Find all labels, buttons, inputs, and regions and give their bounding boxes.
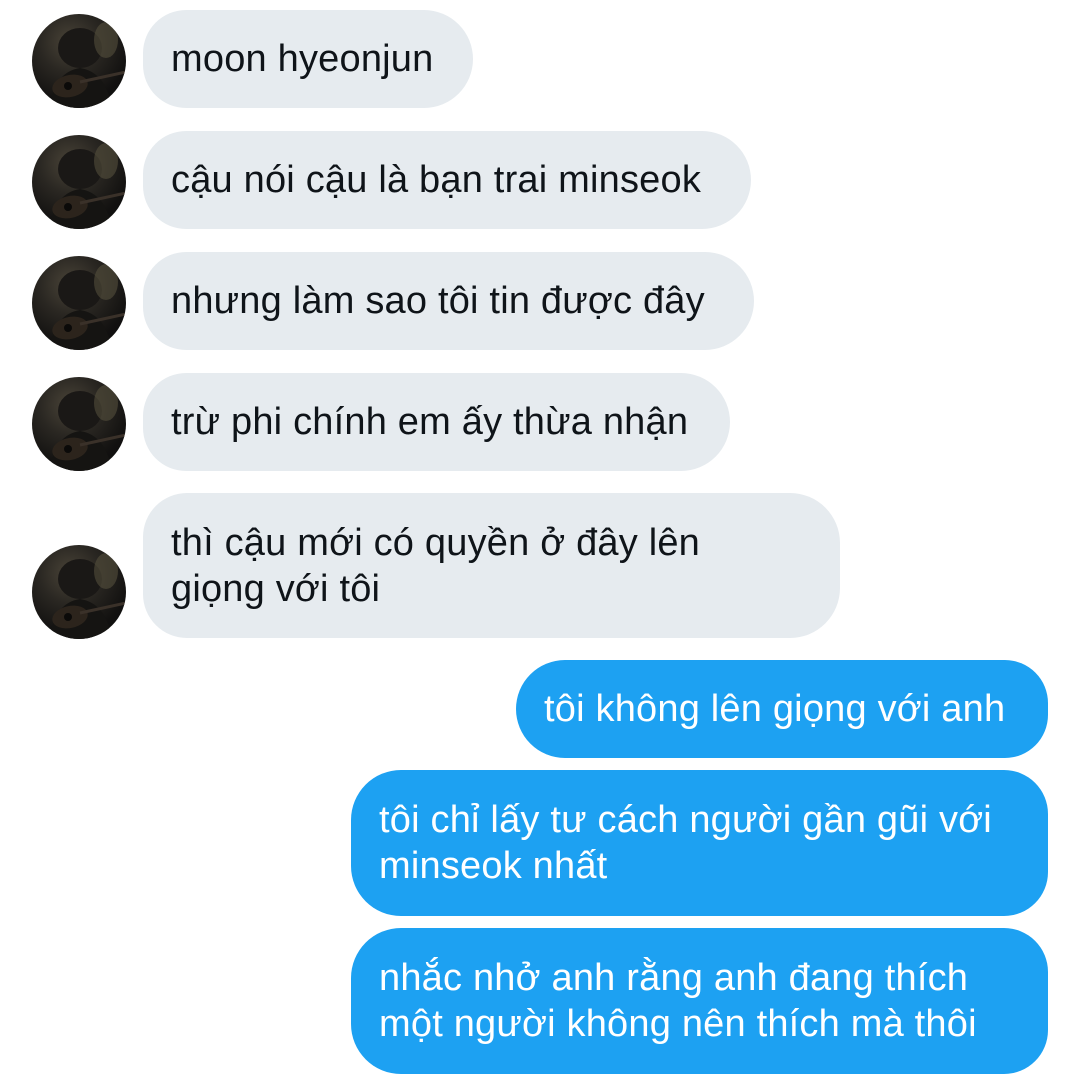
outgoing-message-bubble[interactable]: tôi không lên giọng với anh	[516, 660, 1048, 758]
outgoing-message-bubble[interactable]: nhắc nhở anh rằng anh đang thích một ngư…	[351, 928, 1048, 1074]
incoming-message-bubble[interactable]: cậu nói cậu là bạn trai minseok	[143, 131, 751, 229]
message-text: nhưng làm sao tôi tin được đây	[171, 280, 705, 322]
message-text: tôi không lên giọng với anh	[544, 688, 1006, 730]
avatar-photo	[50, 264, 126, 350]
message-text: cậu nói cậu là bạn trai minseok	[171, 159, 702, 201]
avatar-photo	[50, 143, 126, 229]
message-text: nhắc nhở anh rằng anh đang thích một ngư…	[379, 957, 977, 1045]
avatar-photo	[50, 553, 126, 639]
avatar-photo	[50, 385, 126, 471]
message-text: trừ phi chính em ấy thừa nhận	[171, 401, 689, 443]
incoming-message-bubble[interactable]: moon hyeonjun	[143, 10, 473, 108]
message-text: moon hyeonjun	[171, 38, 434, 80]
avatar[interactable]	[32, 377, 126, 471]
message-text: thì cậu mới có quyền ở đây lên giọng với…	[171, 521, 701, 610]
outgoing-message-bubble[interactable]: tôi chỉ lấy tư cách người gần gũi với mi…	[351, 770, 1048, 916]
avatar-photo	[50, 22, 126, 108]
avatar[interactable]	[32, 135, 126, 229]
message-text: tôi chỉ lấy tư cách người gần gũi với mi…	[379, 799, 992, 887]
avatar[interactable]	[32, 256, 126, 350]
incoming-message-bubble[interactable]: trừ phi chính em ấy thừa nhận	[143, 373, 730, 471]
incoming-message-bubble[interactable]: nhưng làm sao tôi tin được đây	[143, 252, 754, 350]
avatar[interactable]	[32, 545, 126, 639]
avatar[interactable]	[32, 14, 126, 108]
incoming-message-bubble[interactable]: thì cậu mới có quyền ở đây lên giọng với…	[143, 493, 840, 638]
